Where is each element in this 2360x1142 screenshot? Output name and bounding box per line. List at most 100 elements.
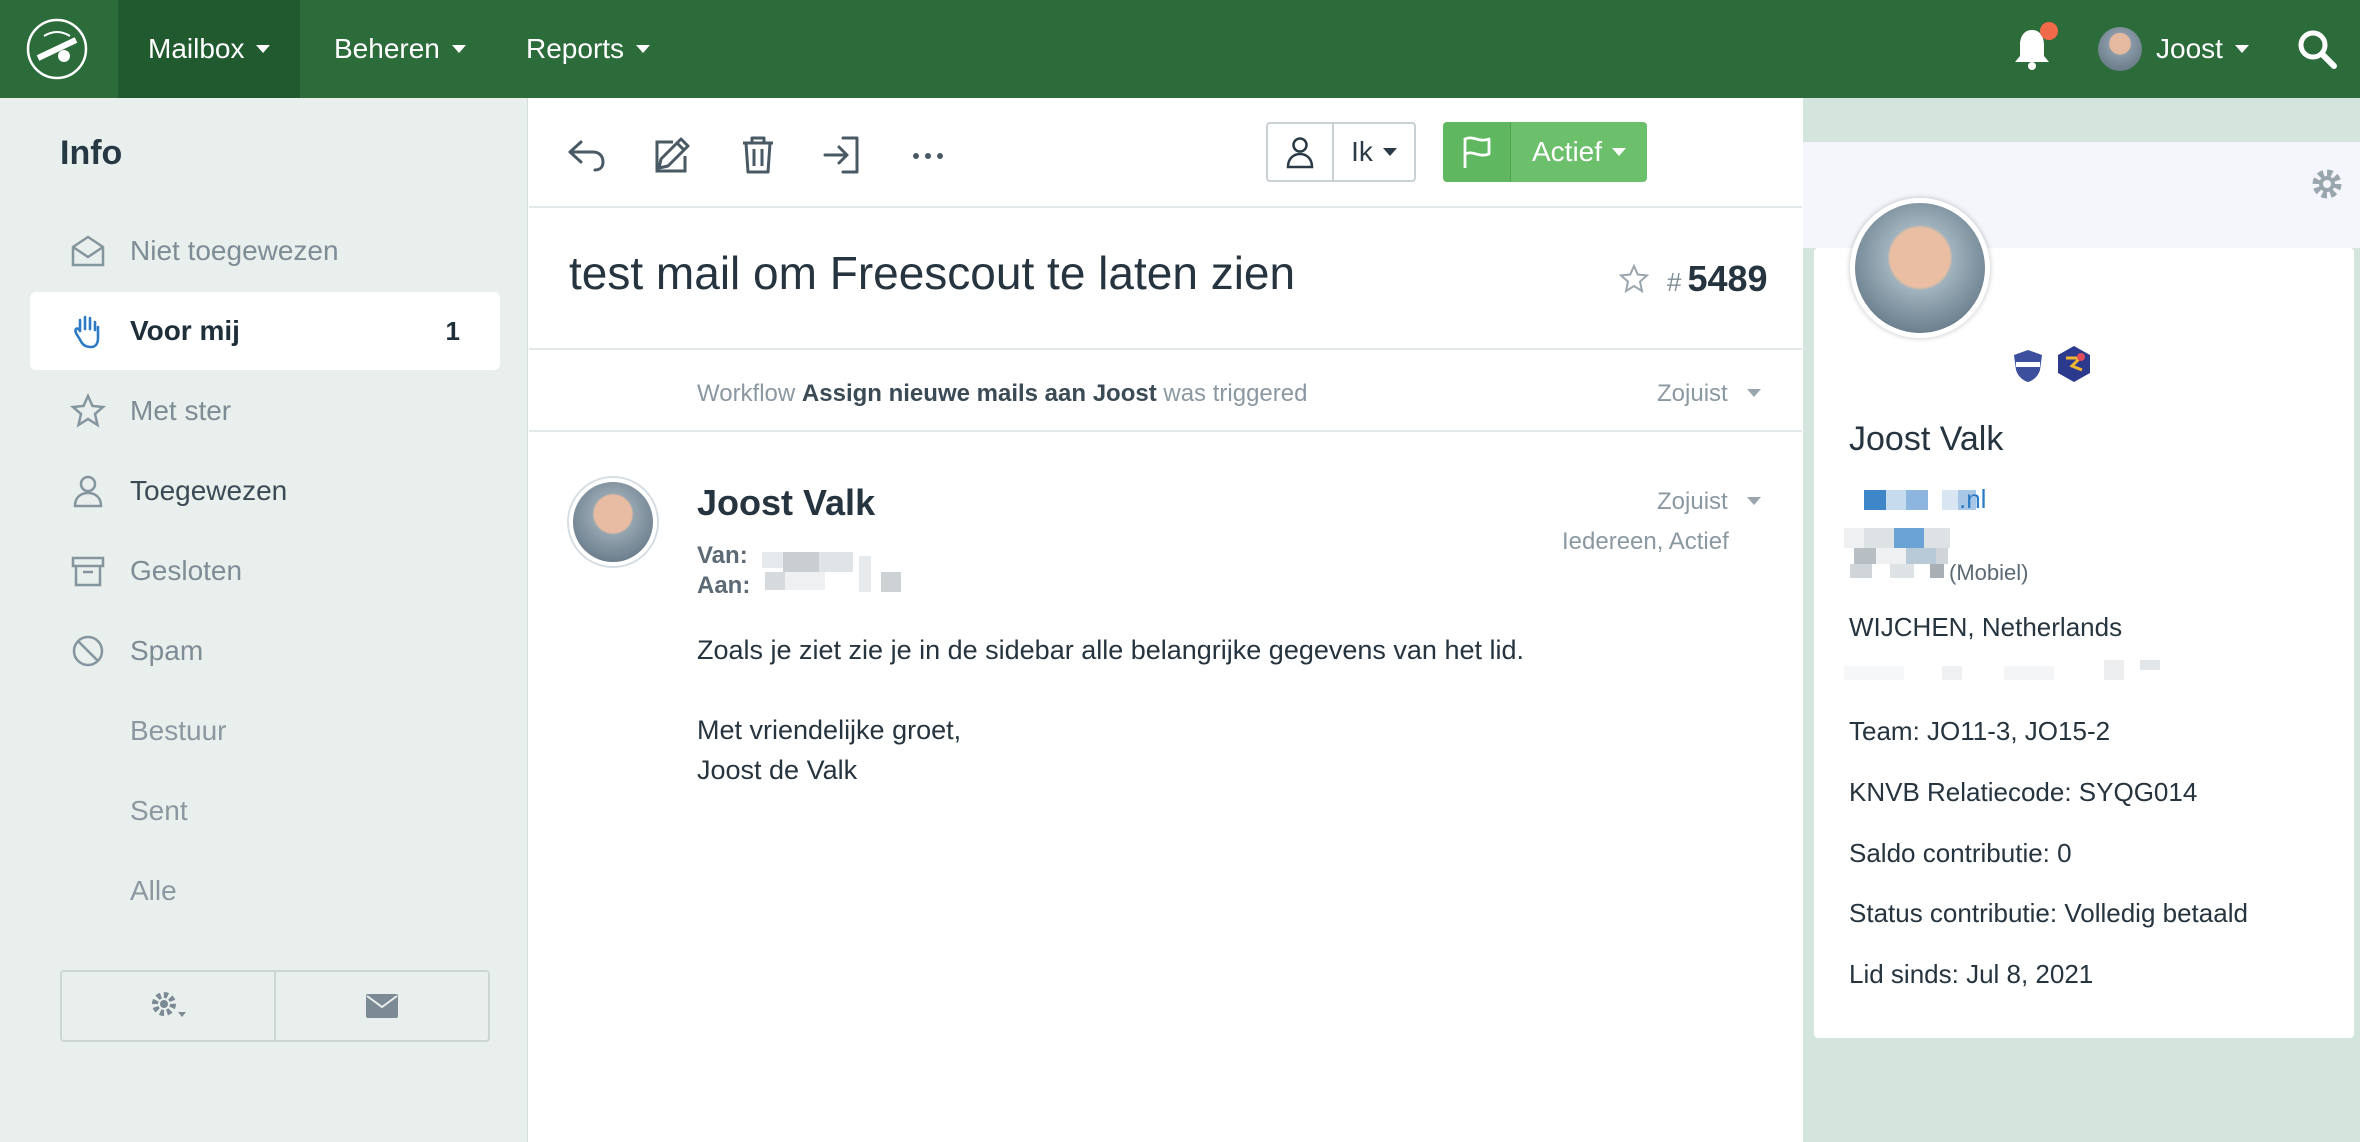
hand-icon	[74, 315, 100, 349]
move-icon[interactable]	[821, 134, 863, 176]
conversation-number: #5489	[1667, 258, 1768, 300]
assignee-user-icon	[1268, 124, 1334, 180]
sidebar-item-label: Met ster	[130, 395, 232, 426]
sidebar-item-label: Bestuur	[130, 715, 227, 746]
message-time: Zojuist	[1657, 488, 1728, 515]
customer-member-since: Lid sinds: Jul 8, 2021	[1849, 959, 2094, 989]
search-icon[interactable]	[2296, 28, 2338, 70]
chevron-down-icon	[256, 45, 271, 53]
nav-reports[interactable]: Reports	[496, 0, 680, 98]
customer-status: Status contributie: Volledig betaald	[1849, 898, 2248, 928]
star-icon[interactable]	[1619, 264, 1649, 294]
sidebar-item-toegewezen[interactable]: Toegewezen	[30, 452, 500, 530]
user-menu[interactable]: Joost	[2098, 26, 2249, 72]
workflow-note: Workflow Assign nieuwe mails aan Joost w…	[697, 380, 1307, 408]
sidebar-item-bestuur[interactable]: Bestuur	[30, 692, 500, 770]
status-label: Actief	[1531, 136, 1603, 167]
nav-beheren-label: Beheren	[334, 33, 440, 64]
sidebar-item-alle[interactable]: Alle	[30, 852, 500, 930]
sidebar-item-spam[interactable]: Spam	[30, 612, 500, 690]
sidebar-item-label: Sent	[130, 795, 188, 826]
flag-icon	[1443, 122, 1511, 182]
top-navbar: Mailbox Beheren Reports Joost	[0, 0, 2360, 98]
sidebar-item-gesloten[interactable]: Gesloten	[30, 532, 500, 610]
sidebar-item-voor-mij[interactable]: Voor mij 1	[30, 292, 500, 370]
message-line: Joost de Valk	[697, 755, 858, 785]
customer-sidebar: Joost Valk .nl (Mobiel) WIJCHEN, Netherl…	[1803, 98, 2360, 1142]
sidebar-title: Info	[60, 134, 123, 172]
chevron-down-icon[interactable]	[1747, 389, 1761, 397]
shield-icon	[2014, 350, 2042, 382]
phone-type: (Mobiel)	[1949, 560, 2029, 585]
sidebar-item-label: Alle	[130, 875, 177, 906]
workflow-name[interactable]: Assign nieuwe mails aan Joost	[802, 380, 1157, 407]
sidebar-item-label: Spam	[130, 635, 204, 666]
workflow-prefix: Workflow	[697, 380, 796, 407]
club-logo-icon[interactable]	[24, 16, 90, 82]
user-name: Joost	[2156, 33, 2223, 64]
customer-card: Joost Valk .nl (Mobiel) WIJCHEN, Netherl…	[1814, 198, 2354, 1038]
message-body: Zoals je ziet zie je in de sidebar alle …	[697, 630, 1524, 790]
message-paragraph: Zoals je ziet zie je in de sidebar alle …	[697, 635, 1524, 665]
customer-name[interactable]: Joost Valk	[1849, 420, 2003, 459]
sidebar-item-label: Voor mij	[130, 315, 240, 346]
ban-icon	[72, 635, 104, 667]
more-icon[interactable]	[907, 134, 949, 176]
chevron-down-icon	[1612, 148, 1627, 156]
chevron-down-icon	[1382, 148, 1397, 156]
gear-icon[interactable]	[2309, 166, 2345, 202]
new-conversation-button[interactable]	[276, 970, 490, 1042]
edit-icon[interactable]	[651, 134, 693, 176]
sidebar-item-met-ster[interactable]: Met ster	[30, 372, 500, 450]
notification-dot	[2040, 22, 2058, 40]
hash-sign: #	[1667, 267, 1682, 297]
star-icon	[70, 393, 106, 428]
envelope-icon	[366, 994, 398, 1018]
chevron-down-icon	[451, 45, 466, 53]
customer-location: WIJCHEN, Netherlands	[1849, 612, 2123, 642]
avatar	[569, 478, 657, 566]
status-dropdown[interactable]: Actief	[1443, 122, 1647, 182]
app-badge-icon	[2058, 346, 2090, 382]
from-label: Van:	[697, 542, 748, 569]
conversation-number-value: 5489	[1687, 258, 1768, 299]
customer-team: Team: JO11-3, JO15-2	[1849, 716, 2111, 746]
sidebar-item-label: Niet toegewezen	[130, 235, 339, 266]
chevron-down-icon[interactable]	[1747, 497, 1761, 505]
message-line: Met vriendelijke groet,	[697, 715, 962, 745]
divider	[529, 430, 1802, 432]
assignee-dropdown[interactable]: Ik	[1266, 122, 1416, 182]
divider	[529, 348, 1802, 350]
customer-relatiecode: KNVB Relatiecode: SYQG014	[1849, 777, 2198, 807]
conversation-panel: Ik Actief test mail om Freescout te late…	[529, 98, 1802, 1142]
nav-mailbox-label: Mailbox	[148, 33, 245, 64]
to-label: Aan:	[697, 572, 751, 599]
assignee-select[interactable]: Ik	[1334, 124, 1414, 180]
workflow-suffix: was triggered	[1163, 380, 1308, 407]
envelope-open-icon	[71, 235, 105, 267]
assignee-label: Ik	[1351, 136, 1373, 167]
sidebar-item-niet-toegewezen[interactable]: Niet toegewezen	[30, 212, 500, 290]
status-select[interactable]: Actief	[1511, 122, 1647, 182]
archive-icon	[71, 556, 105, 587]
mailbox-settings-button[interactable]	[60, 970, 276, 1042]
nav-mailbox[interactable]: Mailbox	[118, 0, 301, 98]
message-sender[interactable]: Joost Valk	[697, 482, 875, 524]
chevron-down-icon	[636, 45, 651, 53]
conversation-subject: test mail om Freescout te laten zien	[569, 247, 1296, 299]
sidebar-actions	[60, 970, 490, 1042]
gear-icon	[152, 992, 186, 1017]
chevron-down-icon	[2234, 45, 2249, 53]
reply-icon[interactable]	[565, 134, 607, 176]
nav-beheren[interactable]: Beheren	[304, 0, 496, 98]
customer-email[interactable]: .nl	[1959, 484, 1986, 515]
conversation-toolbar: Ik Actief	[529, 98, 1802, 208]
trash-icon[interactable]	[737, 134, 779, 176]
workflow-time: Zojuist	[1657, 380, 1728, 407]
customer-saldo: Saldo contributie: 0	[1849, 838, 2072, 868]
sidebar-item-label: Gesloten	[130, 555, 243, 586]
nav-reports-label: Reports	[526, 33, 625, 64]
user-icon	[73, 475, 103, 508]
message-meta: Iedereen, Actief	[1562, 528, 1729, 555]
sidebar-item-sent[interactable]: Sent	[30, 772, 500, 850]
